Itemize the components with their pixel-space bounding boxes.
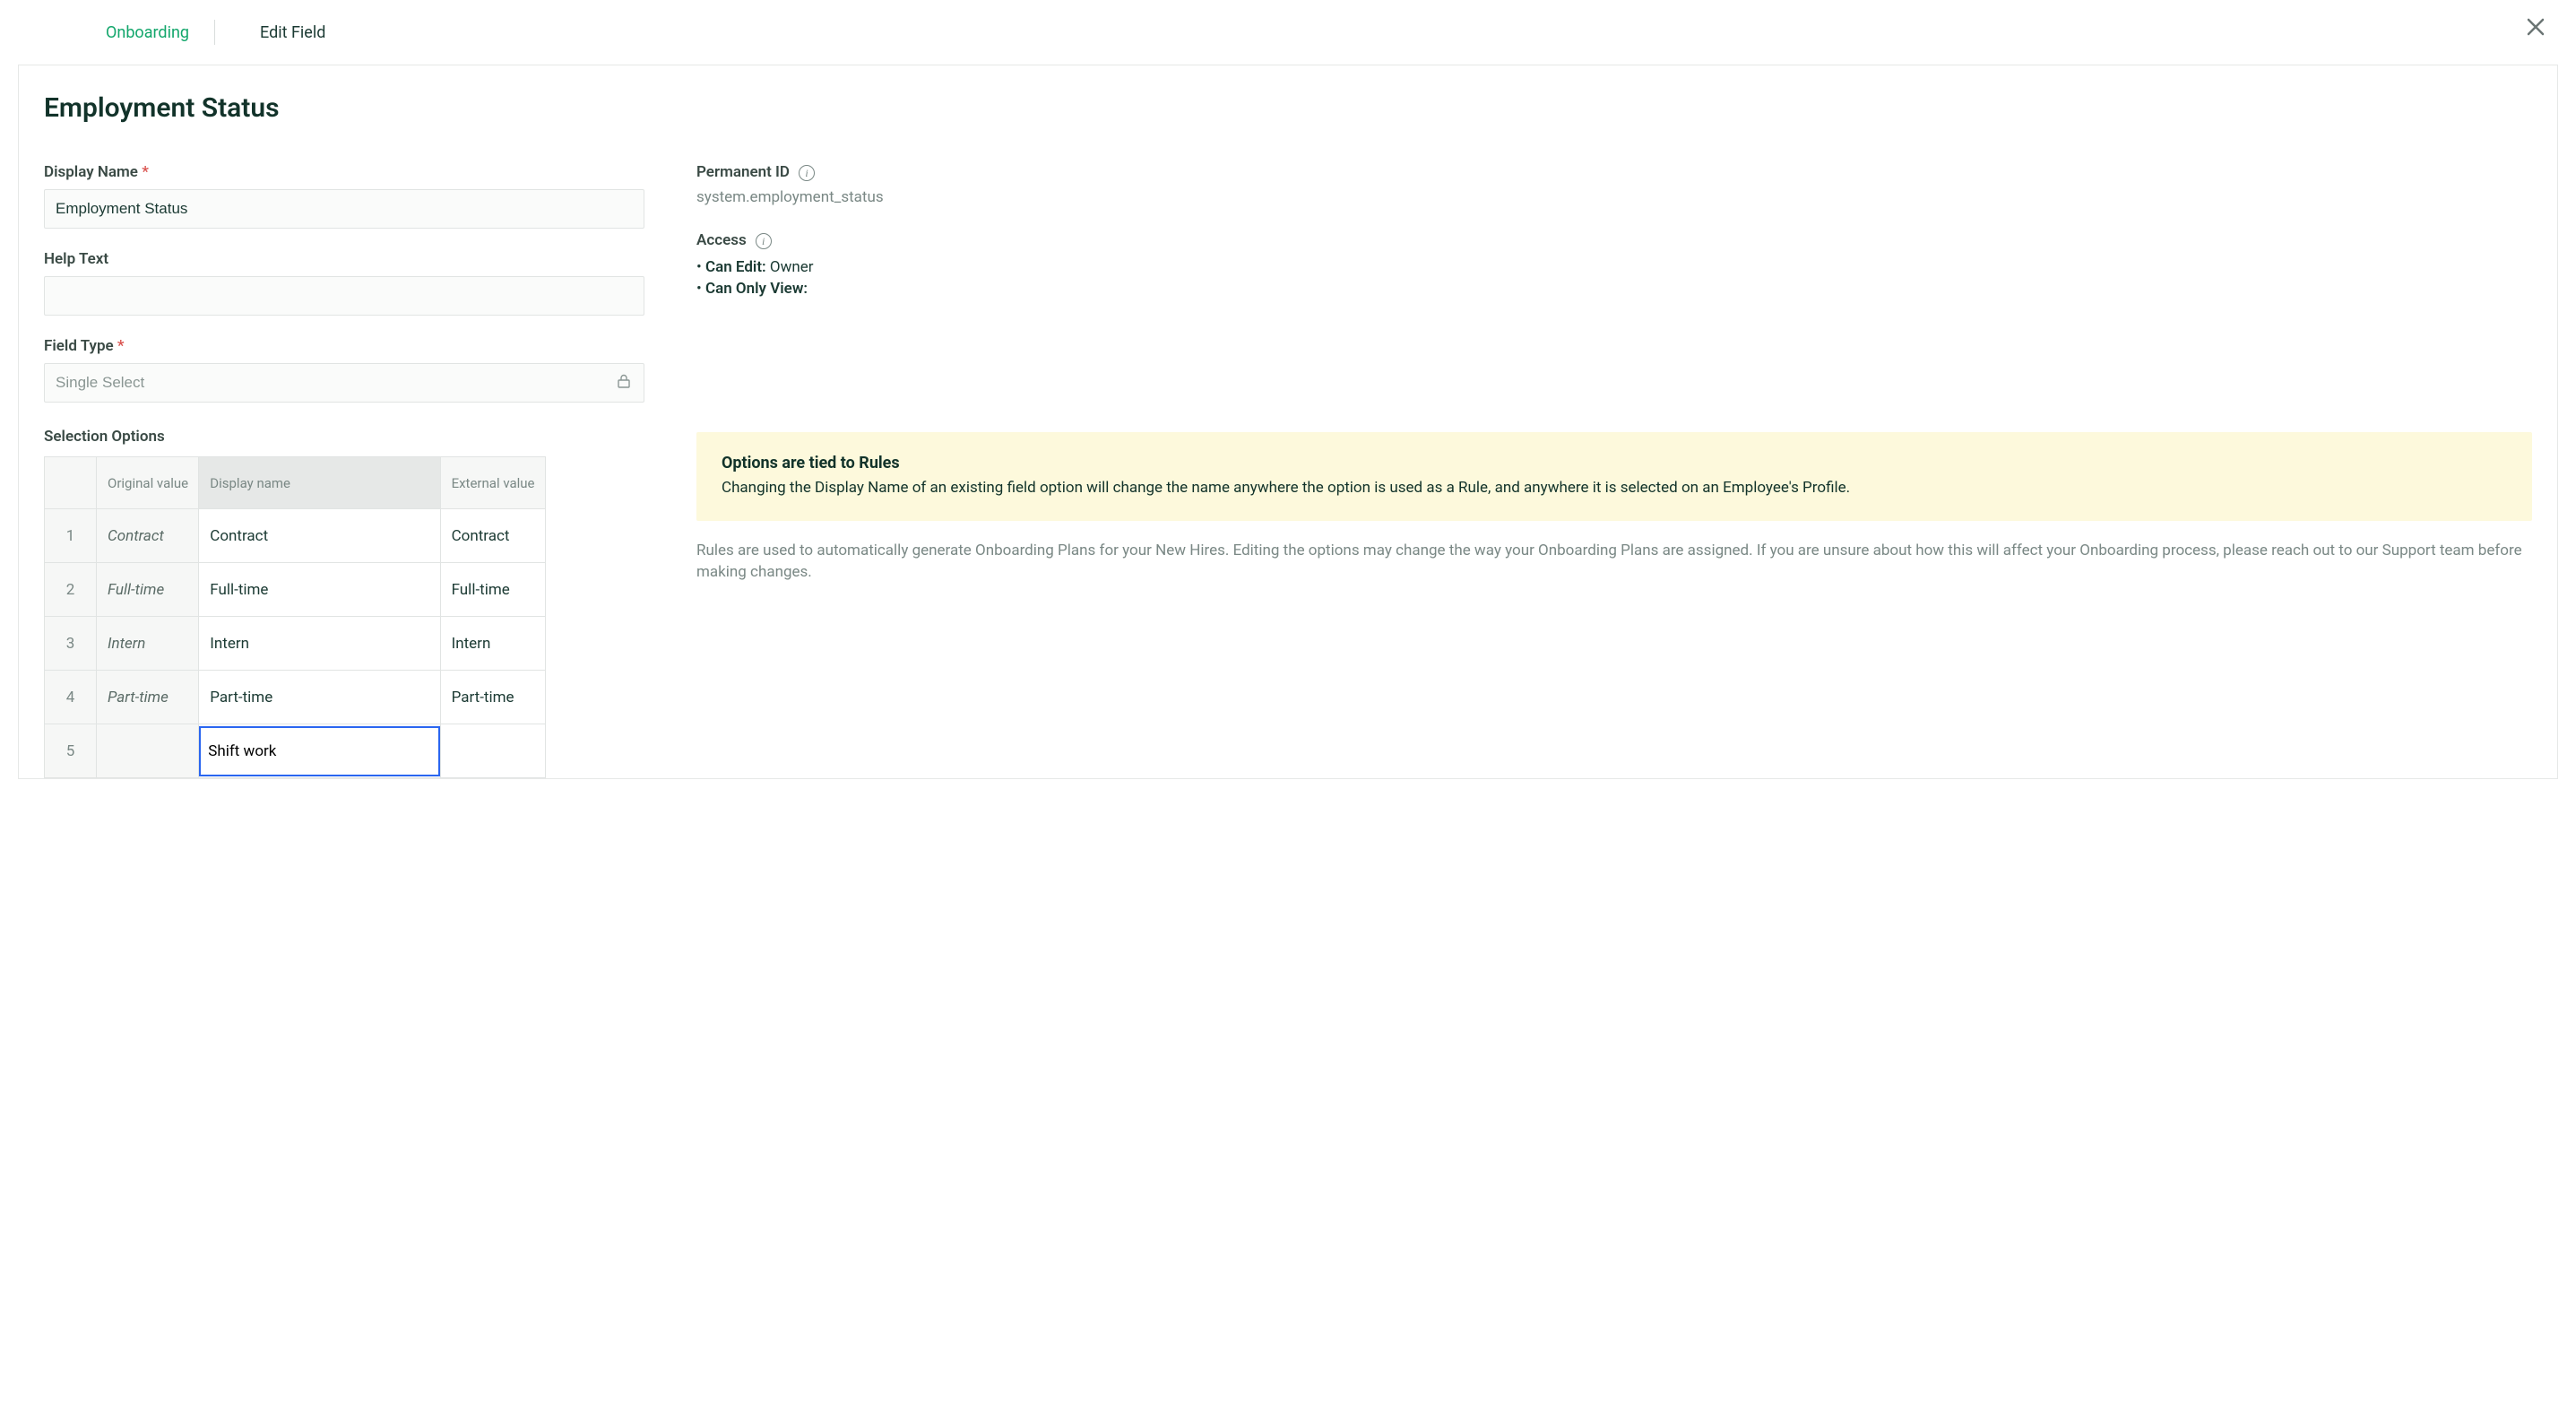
- info-icon[interactable]: i: [756, 233, 772, 249]
- breadcrumb-bar: Onboarding Edit Field: [18, 0, 2558, 65]
- table-row: 5: [45, 724, 546, 778]
- external-cell[interactable]: Contract: [440, 509, 545, 563]
- original-cell: Intern: [97, 617, 199, 671]
- close-button[interactable]: [2526, 13, 2546, 41]
- selection-options-table: Original value Display name External val…: [44, 456, 546, 778]
- display-cell[interactable]: Intern: [199, 617, 440, 671]
- access-edit-row: Can Edit: Owner: [696, 258, 2532, 276]
- th-display: Display name: [199, 457, 440, 509]
- original-cell: [97, 724, 199, 778]
- info-icon[interactable]: i: [799, 165, 815, 181]
- display-cell[interactable]: Contract: [199, 509, 440, 563]
- meta-column: Permanent ID i system.employment_status …: [696, 163, 2532, 778]
- original-cell: Part-time: [97, 671, 199, 724]
- row-index: 5: [45, 724, 97, 778]
- breadcrumb-divider: [214, 20, 215, 45]
- callout-body: Changing the Display Name of an existing…: [722, 478, 2507, 499]
- permanent-id-value: system.employment_status: [696, 188, 2532, 206]
- external-cell[interactable]: Intern: [440, 617, 545, 671]
- help-text-label: Help Text: [44, 250, 644, 268]
- external-cell[interactable]: [440, 724, 545, 778]
- display-cell[interactable]: Part-time: [199, 671, 440, 724]
- table-row: 1 Contract Contract Contract: [45, 509, 546, 563]
- row-index: 3: [45, 617, 97, 671]
- row-index: 4: [45, 671, 97, 724]
- th-original: Original value: [97, 457, 199, 509]
- breadcrumb-current: Edit Field: [260, 23, 325, 42]
- help-text-input[interactable]: [44, 276, 644, 316]
- display-name-input[interactable]: [44, 189, 644, 229]
- access-edit-value: Owner: [770, 258, 814, 276]
- access-label: Access: [696, 231, 747, 249]
- table-row: 4 Part-time Part-time Part-time: [45, 671, 546, 724]
- external-cell[interactable]: Full-time: [440, 563, 545, 617]
- breadcrumb-parent[interactable]: Onboarding: [106, 23, 189, 42]
- display-cell-input[interactable]: [199, 726, 439, 776]
- original-cell: Full-time: [97, 563, 199, 617]
- access-view-row: Can Only View:: [696, 280, 2532, 298]
- access-edit-label: Can Edit:: [705, 258, 766, 276]
- rules-callout: Options are tied to Rules Changing the D…: [696, 432, 2532, 521]
- selection-options-label: Selection Options: [44, 428, 644, 446]
- row-index: 2: [45, 563, 97, 617]
- display-cell[interactable]: Full-time: [199, 563, 440, 617]
- access-view-label: Can Only View:: [705, 280, 808, 298]
- rules-note: Rules are used to automatically generate…: [696, 541, 2532, 584]
- edit-field-panel: Employment Status Display Name Help Text…: [18, 65, 2558, 779]
- table-row: 2 Full-time Full-time Full-time: [45, 563, 546, 617]
- callout-title: Options are tied to Rules: [722, 454, 2507, 472]
- row-index: 1: [45, 509, 97, 563]
- permanent-id-label: Permanent ID: [696, 163, 790, 181]
- external-cell[interactable]: Part-time: [440, 671, 545, 724]
- th-external: External value: [440, 457, 545, 509]
- table-row: 3 Intern Intern Intern: [45, 617, 546, 671]
- original-cell: Contract: [97, 509, 199, 563]
- field-type-select: [44, 363, 644, 403]
- lock-icon: [616, 373, 632, 393]
- th-index: [45, 457, 97, 509]
- field-type-label: Field Type: [44, 337, 644, 355]
- close-icon: [2526, 17, 2546, 37]
- display-name-label: Display Name: [44, 163, 644, 181]
- page-title: Employment Status: [44, 92, 2532, 124]
- form-column: Display Name Help Text Field Type: [44, 163, 644, 778]
